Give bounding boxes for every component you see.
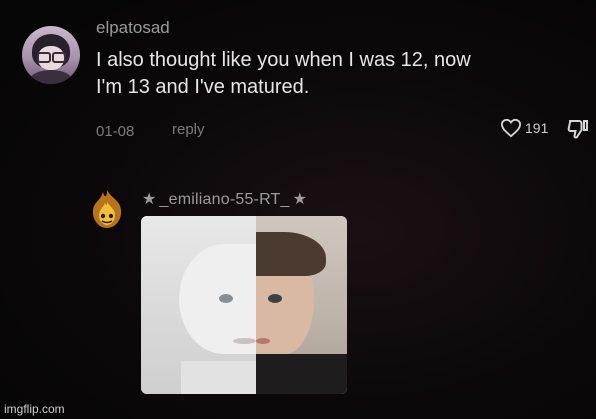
comment-date: 01-08 — [96, 123, 135, 140]
reply-user-avatar[interactable] — [84, 188, 130, 230]
comment-screen: elpatosad I also thought like you when I… — [0, 0, 596, 419]
avatar-body — [30, 70, 72, 84]
like-button[interactable]: 191 — [500, 118, 548, 138]
reply-button[interactable]: reply — [172, 121, 205, 138]
baby-eye-left — [219, 294, 233, 303]
star-icon: ★ — [292, 191, 308, 208]
heart-outline-icon — [500, 118, 522, 138]
baby-mouth-left — [233, 338, 256, 344]
like-count: 191 — [525, 120, 549, 136]
watermark: imgflip.com — [4, 402, 65, 416]
user-avatar[interactable] — [22, 26, 80, 84]
baby-eye-right — [268, 294, 282, 303]
reply-image[interactable] — [141, 216, 347, 394]
avatar-glasses-left — [37, 52, 51, 63]
flame-avatar-icon — [92, 190, 122, 228]
image-left-half — [141, 216, 269, 394]
star-icon: ★ — [142, 191, 157, 208]
dislike-button[interactable] — [566, 118, 590, 145]
comment-text: I also thought like you when I was 12, n… — [96, 47, 566, 101]
baby-mouth-right — [256, 338, 270, 344]
comment-text-line-1: I also thought like you when I was 12, n… — [96, 49, 471, 71]
baby-shoulder-left — [181, 361, 256, 394]
thumbs-down-icon — [567, 120, 588, 139]
reply-username-text: _emiliano-55-RT_ — [159, 191, 290, 208]
baby-hair — [256, 232, 326, 276]
image-right-half — [256, 216, 347, 394]
avatar-glasses-right — [52, 52, 66, 63]
comment-text-line-2: I'm 13 and I've matured. — [96, 76, 310, 98]
reply-username[interactable]: ★ _emiliano-55-RT_ ★ — [142, 189, 307, 209]
baby-shirt — [256, 354, 347, 394]
comment-username[interactable]: elpatosad — [96, 18, 170, 38]
